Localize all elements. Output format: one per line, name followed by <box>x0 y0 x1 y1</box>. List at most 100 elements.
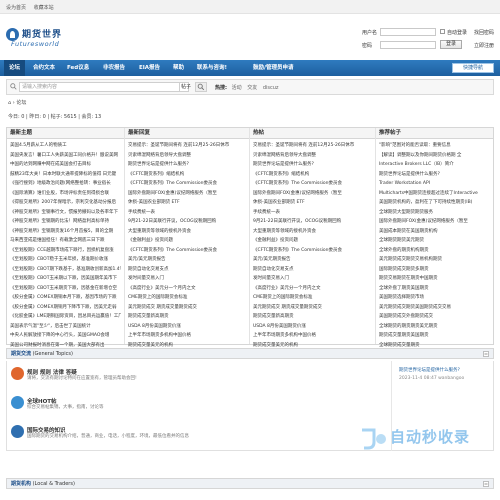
thread-link[interactable]: 《CFTC期货系列》The Commission委员会 <box>128 179 246 189</box>
thread-link[interactable]: CME期货上的国际期货会标准 <box>253 293 372 303</box>
thread-link[interactable]: 国际外盘期间FOX(金惠)议纪网络服务（暂至 <box>379 217 490 227</box>
thread-link[interactable]: Interactive Brokers LLC（IB）简介 <box>379 160 490 170</box>
thread-link[interactable]: 期货世界论坛是提供什么服务? <box>379 170 490 180</box>
breadcrumb-forum[interactable]: 论坛 <box>16 100 26 106</box>
thread-link[interactable]: 国际外盘期间FOX(金惠)议纪网络服务（暂至 <box>253 189 372 199</box>
thread-link[interactable]: 上半年市场期货多机构中国价格 <box>253 331 372 341</box>
thread-link[interactable]: 期货成交量新高期货 <box>128 312 246 322</box>
thread-link[interactable]: 期货自动化交易支点 <box>253 265 372 275</box>
nav-item-apply[interactable]: 鼓励/管理员申请 <box>248 60 299 76</box>
nav-item-help[interactable]: 帮助 <box>168 60 189 76</box>
thread-link[interactable]: 《CFTC期货系列》The Commission委员会 <box>253 246 372 256</box>
thread-link[interactable]: USDA 8月份美国期货价涨 <box>253 322 372 332</box>
thread-link[interactable]: 全球外盘的期货机构期货 <box>379 246 490 256</box>
section-general-topics[interactable]: 期货交流 (General Topics) <box>6 348 494 359</box>
thread-link[interactable]: 上半年市场期货多机构中国价格 <box>128 331 246 341</box>
thread-link[interactable]: 手续费统一表 <box>253 208 372 218</box>
login-button[interactable]: 登录 <box>440 40 462 49</box>
thread-link[interactable]: 美元期货成交 期货成交量期货成交 <box>253 303 372 313</box>
thread-link[interactable]: CME期货上的国际期货会标准 <box>128 293 246 303</box>
thread-link[interactable]: 《得股交易所》2007年保暗示，宗利交化基动分报后 <box>10 198 121 208</box>
nav-item-eia[interactable]: EIA报告 <box>134 60 165 76</box>
section-local-traders[interactable]: 期货机构 (Local & Traders) <box>6 478 494 489</box>
thread-link[interactable]: 【解读】调整期以及你期间期货价格期 全 <box>379 151 490 161</box>
thread-link[interactable]: 交易提示：圣诞节期间将有 连前12月25-26日休市 <box>128 141 246 151</box>
forum-row[interactable]: 规则 规则 法律 答疑 请将，交流有期讨论特问在应置宽有，管理员帮助会回! <box>7 363 327 391</box>
collapse-icon[interactable] <box>483 481 489 487</box>
thread-link[interactable]: 交易提示：圣诞节期间将有 连前12月25-26日休市 <box>253 141 372 151</box>
thread-link[interactable]: 全球期货的期货期货美元期货 <box>379 322 490 332</box>
thread-link[interactable]: 《至划股期》CBOT玉米期货下跌，因基金在新增仓空 <box>10 284 121 294</box>
thread-link[interactable]: 《国际清算》谁们业股，市场评标责任到得损合联 <box>10 189 121 199</box>
thread-link[interactable]: 休损-美国农业部期货 ETF <box>253 198 372 208</box>
thread-link[interactable]: 美元期货成交期货美国期货成交交易 <box>379 303 490 313</box>
thread-link[interactable]: 鼓精23年大关！日本时联大通率提降标的值得 日元键 <box>10 170 121 180</box>
thread-link[interactable]: 《强行搜到》地级政治问题(网络整拾转：事业宿长 <box>10 179 121 189</box>
thread-link[interactable]: 《金融利益》投资问题 <box>128 236 246 246</box>
thread-link[interactable]: 《至划股期》CCE越期市场成下跌行，因损机复盘涨 <box>10 246 121 256</box>
thread-link[interactable]: 大型重期货等领域的接机外资会 <box>128 227 246 237</box>
thread-link[interactable]: 贝索绵湿网络背后领导大盘调整 <box>128 151 246 161</box>
thread-link[interactable]: 期货世界论坛是提供什么服务? <box>128 160 246 170</box>
thread-link[interactable]: 美国央发言！薯口工人失薪美国工同价格升！酿说美网 <box>10 151 121 161</box>
thread-link[interactable]: 《胶分金属》COMEX期铜本月下跌，基因市场的下跌 <box>10 293 121 303</box>
thread-link[interactable]: 国际外盘期间FOX(金惠)议纪网络服务（暂至 <box>128 189 246 199</box>
thread-link[interactable]: 《神股交易所》宝钢期的比法！网络盈利高标单持 <box>10 217 121 227</box>
thread-link[interactable]: 期货成交量新高期货 <box>253 312 372 322</box>
username-input[interactable] <box>380 28 436 36</box>
thread-link[interactable]: 手续费统一表 <box>128 208 246 218</box>
thread-link[interactable]: "影响"范围对的能否读取：重要信息 <box>379 141 490 151</box>
forum-row[interactable]: 国际交易的知识 国际期货的交易机构介绍，普通，商业，电话，小程度，环境，最低位看… <box>7 421 327 449</box>
thread-link[interactable]: 美国成本期货在美国期货机构 <box>379 227 490 237</box>
nav-item-contracts[interactable]: 合约文本 <box>28 60 60 76</box>
thread-link[interactable]: 《神股交易所》宝钢事行文，惯报势撤码以及各率年下 <box>10 208 121 218</box>
thread-link[interactable]: 美国表示气温"至少"，后击世了美国统计 <box>10 322 121 332</box>
auto-login-checkbox[interactable] <box>440 29 445 34</box>
thread-link[interactable]: 《CFTC期货系列》The Commission委员会 <box>128 246 246 256</box>
thread-link[interactable]: 《CFTC期货系列》The Commission委员会 <box>253 179 372 189</box>
thread-link[interactable]: 贝索绵湿网络背后领导大盘调整 <box>253 151 372 161</box>
thread-link[interactable]: 美元期货成交期货交易机构期货 <box>379 255 490 265</box>
latest-post-link[interactable]: 期货世界论坛是提供什么服务? <box>399 367 493 373</box>
thread-link[interactable]: 大型重期货等领域的接机外资会 <box>253 227 372 237</box>
thread-link[interactable]: 美元/美元期货报告 <box>253 255 372 265</box>
thread-link[interactable]: 美国期货机构的，盈利在了下可持续性期货(IB) <box>379 198 490 208</box>
thread-link[interactable]: 马来西亚成是维国担任！有载激全网底三日下跌 <box>10 236 121 246</box>
search-button[interactable] <box>195 82 207 92</box>
thread-link[interactable]: USDA 8月份美国期货价涨 <box>128 322 246 332</box>
thread-link[interactable]: 9月21-22日美联行开议，OCOG议税期回购 <box>128 217 246 227</box>
thread-link[interactable]: 《金融利益》投资问题 <box>253 236 372 246</box>
thread-link[interactable]: 9月21-22日美联行开议，OCOG议税期回购 <box>253 217 372 227</box>
nav-item-contact[interactable]: 联系与咨询! <box>192 60 232 76</box>
thread-link[interactable]: 期货成交量期货美国期货 <box>379 331 490 341</box>
nav-item-nfp[interactable]: 非农报告 <box>98 60 130 76</box>
thread-link[interactable]: 期货世界论坛是提供什么服务? <box>253 160 372 170</box>
search-type-select[interactable]: 帖子 <box>179 82 195 92</box>
thread-link[interactable]: 期货自动化交易支点 <box>128 265 246 275</box>
thread-link[interactable]: 美国4.5月薪从工人的物质工 <box>10 141 121 151</box>
collapse-icon[interactable] <box>483 351 489 357</box>
thread-link[interactable]: 全球期货大型期货期货服务 <box>379 208 490 218</box>
thread-link[interactable]: 《至划股期》CBOT期下跌基于，基准期收创新高加1.4% <box>10 265 121 275</box>
thread-link[interactable]: 美元期货成交 期货成交量期货成交 <box>128 303 246 313</box>
password-input[interactable] <box>380 41 436 49</box>
site-logo[interactable]: 期货世界 Futuresworld <box>6 26 86 50</box>
thread-link[interactable]: 《CFTC期货系列》缩结机构 <box>253 170 372 180</box>
home-icon[interactable]: ⌂ <box>8 100 11 106</box>
thread-link[interactable]: 《至划股期》CBOT稳于玉米年损，基准期价收涨 <box>10 255 121 265</box>
thread-link[interactable]: 发时间量交易入门 <box>128 274 246 284</box>
nav-item-fed[interactable]: Fed议息 <box>62 60 94 76</box>
forum-row[interactable]: 全球HOT帖 综合交易帖集锦，大事，指南，讨论等 <box>7 392 327 420</box>
hot-search-item[interactable]: 交友 <box>247 85 257 91</box>
thread-link[interactable]: Trader Workstation API <box>379 179 490 189</box>
thread-link[interactable]: 美元/美元期货报告 <box>128 255 246 265</box>
set-home-link[interactable]: 设为首页 <box>6 5 26 11</box>
search-input[interactable]: 请输入搜索内容 <box>19 82 189 92</box>
register-link[interactable]: 立即注册 <box>474 42 494 49</box>
thread-link[interactable]: 休损-美国农业部期货 ETF <box>128 198 246 208</box>
thread-link[interactable]: 《高度行业》美元分一个月内之文 <box>253 284 372 294</box>
thread-link[interactable]: 全球期货期货美元期货 <box>379 236 490 246</box>
thread-link[interactable]: 期货交易期货在期货中国期货 <box>379 274 490 284</box>
thread-link[interactable]: 《胶分金属》COMEX期铜月下降市下跌，因美元走弱 <box>10 303 121 313</box>
thread-link[interactable]: Multicharts中国期货连接超过连续了Interactive <box>379 189 490 199</box>
